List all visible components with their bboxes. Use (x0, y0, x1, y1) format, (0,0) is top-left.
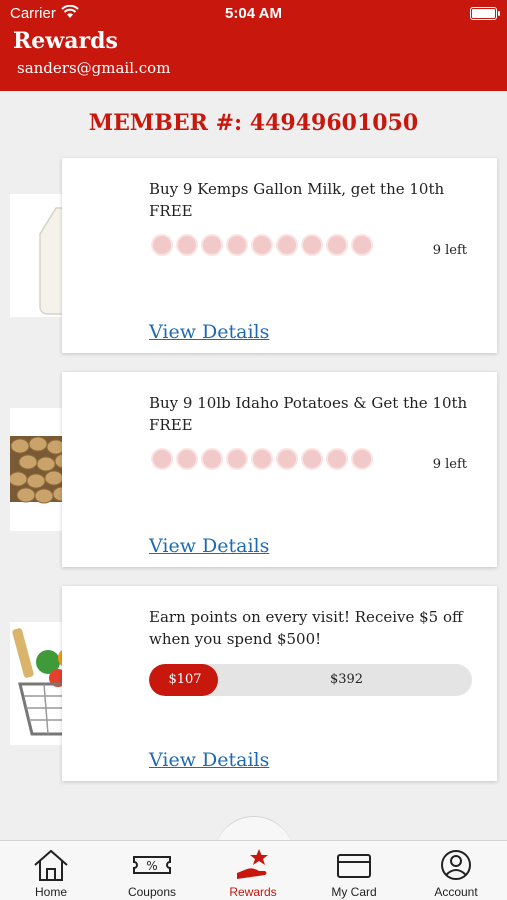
tab-my-card[interactable]: My Card (309, 841, 399, 900)
tab-coupons[interactable]: % Coupons (107, 841, 197, 900)
header-bar: Carrier 5:04 AM Rewards sanders@gmail.co… (0, 0, 507, 91)
tab-label: Home (34, 885, 67, 899)
member-number: MEMBER #: 44949601050 (88, 110, 419, 136)
punch-slot (326, 448, 348, 470)
remaining-amount: $392 (329, 672, 364, 687)
punch-slot (301, 448, 323, 470)
clock: 5:04 AM (225, 5, 282, 22)
bottom-tab-bar: Home % Coupons Rewards My Card Account (0, 840, 507, 900)
account-icon (441, 850, 471, 880)
status-bar: Carrier 5:04 AM (0, 4, 507, 24)
punch-slot (226, 448, 248, 470)
punch-slot (201, 234, 223, 256)
tab-label: Rewards (229, 885, 277, 899)
remaining-count: 9 left (432, 243, 467, 258)
punch-slot (251, 234, 273, 256)
punch-slot (301, 234, 323, 256)
page-title: Rewards (13, 28, 118, 54)
home-icon (34, 849, 68, 881)
reward-title: Buy 9 10lb Idaho Potatoes & Get the 10th… (149, 394, 468, 434)
punch-slot (176, 234, 198, 256)
punch-slot (351, 448, 373, 470)
punch-slot (326, 234, 348, 256)
punch-slot (276, 234, 298, 256)
punch-track (151, 448, 376, 472)
view-details-link[interactable]: View Details (149, 321, 269, 343)
earned-amount: $107 (168, 672, 202, 687)
coupon-icon: % (133, 856, 171, 874)
user-email: sanders@gmail.com (17, 59, 171, 77)
reward-card-potatoes[interactable]: Buy 9 10lb Idaho Potatoes & Get the 10th… (62, 372, 497, 567)
battery-icon (470, 7, 500, 20)
punch-slot (176, 448, 198, 470)
tab-home[interactable]: Home (6, 841, 96, 900)
view-details-link[interactable]: View Details (149, 535, 269, 557)
tab-label: Account (434, 885, 478, 899)
tab-account[interactable]: Account (411, 841, 501, 900)
svg-text:%: % (146, 859, 157, 873)
reward-title: Buy 9 Kemps Gallon Milk, get the 10th FR… (149, 180, 445, 220)
view-details-link[interactable]: View Details (149, 749, 269, 771)
punch-slot (226, 234, 248, 256)
punch-slot (276, 448, 298, 470)
tab-label: My Card (331, 885, 377, 899)
points-progress-bar: $107 $392 (149, 664, 472, 696)
rewards-icon (237, 849, 268, 879)
tab-label: Coupons (127, 885, 177, 899)
tab-rewards[interactable]: Rewards (208, 841, 298, 900)
punch-track (151, 234, 376, 258)
punch-slot (151, 234, 173, 256)
punch-slot (351, 234, 373, 256)
punch-slot (151, 448, 173, 470)
remaining-count: 9 left (432, 457, 467, 472)
reward-card-milk[interactable]: Buy 9 Kemps Gallon Milk, get the 10th FR… (62, 158, 497, 353)
punch-slot (201, 448, 223, 470)
reward-card-points[interactable]: Earn points on every visit! Receive $5 o… (62, 586, 497, 781)
punch-slot (251, 448, 273, 470)
card-icon (337, 854, 371, 878)
reward-title: Earn points on every visit! Receive $5 o… (149, 608, 463, 648)
